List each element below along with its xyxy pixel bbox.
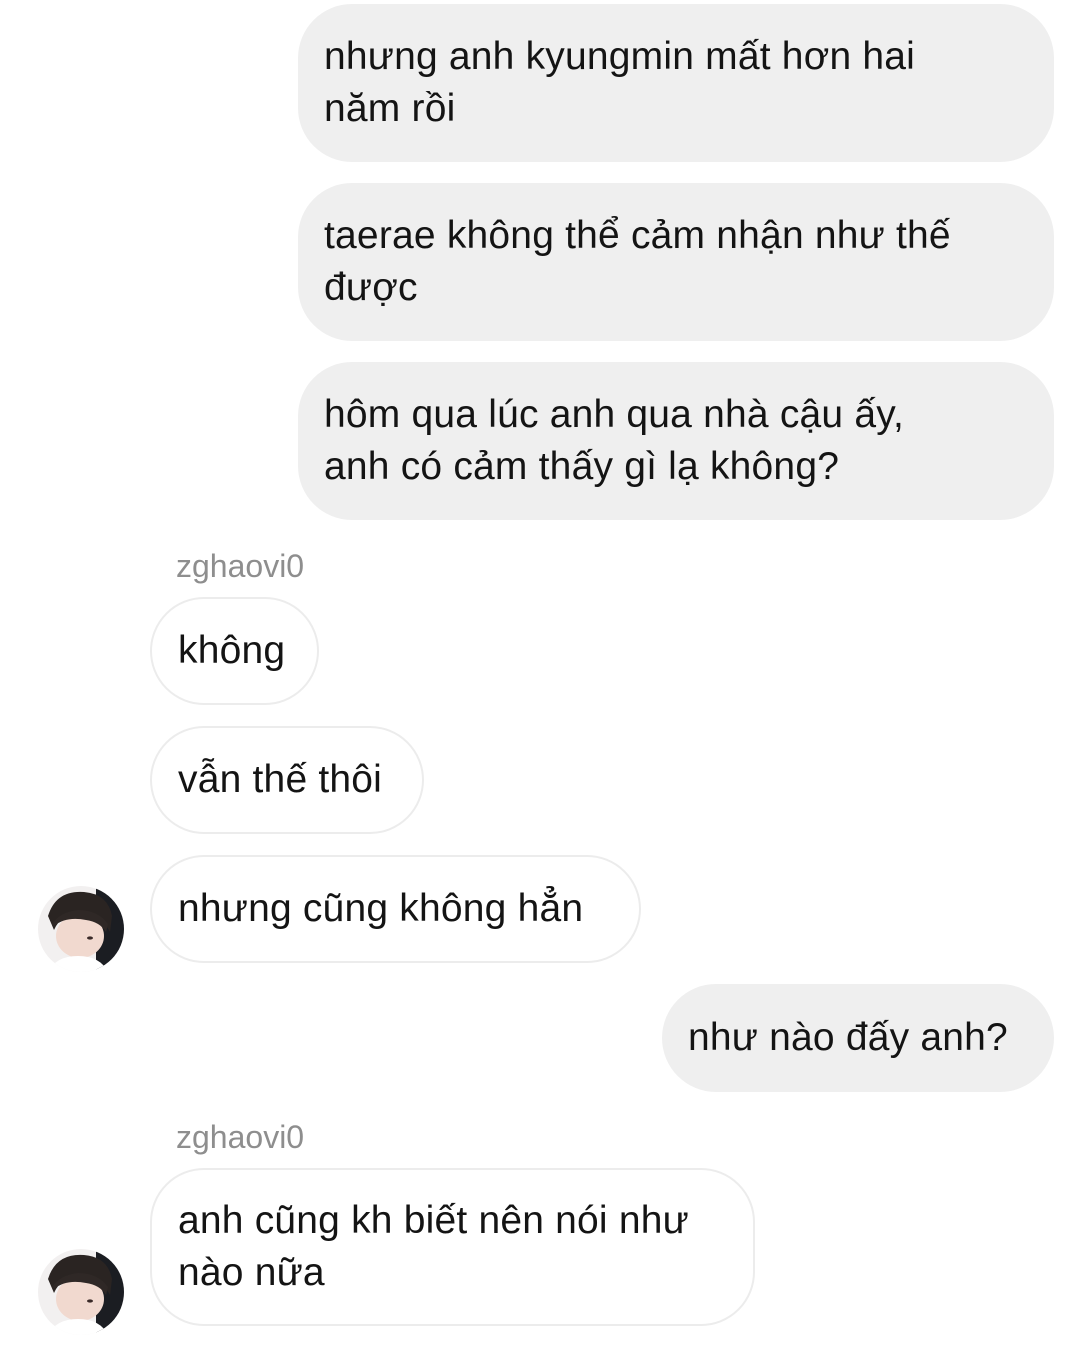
message-text: hôm qua lúc anh qua nhà cậu ấy, anh có c… — [324, 393, 905, 488]
sender-name: zghaovi0 — [176, 1119, 305, 1155]
message-text: taerae không thể cảm nhận như thế được — [324, 214, 951, 309]
user-photo-avatar-icon[interactable] — [38, 886, 124, 972]
outgoing-message[interactable]: hôm qua lúc anh qua nhà cậu ấy, anh có c… — [298, 362, 1054, 520]
message-text: nhưng cũng không hẳn — [178, 887, 584, 930]
message-text: vẫn thế thôi — [178, 758, 383, 801]
avatar-image — [38, 1249, 124, 1335]
message-text: nhưng anh kyungmin mất hơn hai năm rồi — [324, 35, 916, 130]
incoming-message[interactable]: vẫn thế thôi — [150, 726, 424, 834]
incoming-message[interactable]: không — [150, 597, 319, 705]
outgoing-message[interactable]: taerae không thể cảm nhận như thế được — [298, 183, 1054, 341]
avatar-image — [38, 886, 124, 972]
outgoing-message[interactable]: nhưng anh kyungmin mất hơn hai năm rồi — [298, 4, 1054, 162]
message-text: như nào đấy anh? — [688, 1016, 1008, 1059]
chat-thread: { "messages": { "m1": "nhưng anh kyungmi… — [0, 0, 1080, 1345]
message-text: không — [178, 629, 286, 672]
outgoing-message[interactable]: như nào đấy anh? — [662, 984, 1054, 1092]
message-text: anh cũng kh biết nên nói như nào nữa — [178, 1199, 689, 1294]
incoming-message[interactable]: anh cũng kh biết nên nói như nào nữa — [150, 1168, 755, 1326]
sender-name: zghaovi0 — [176, 548, 305, 584]
user-photo-avatar-icon[interactable] — [38, 1249, 124, 1335]
incoming-message[interactable]: nhưng cũng không hẳn — [150, 855, 641, 963]
